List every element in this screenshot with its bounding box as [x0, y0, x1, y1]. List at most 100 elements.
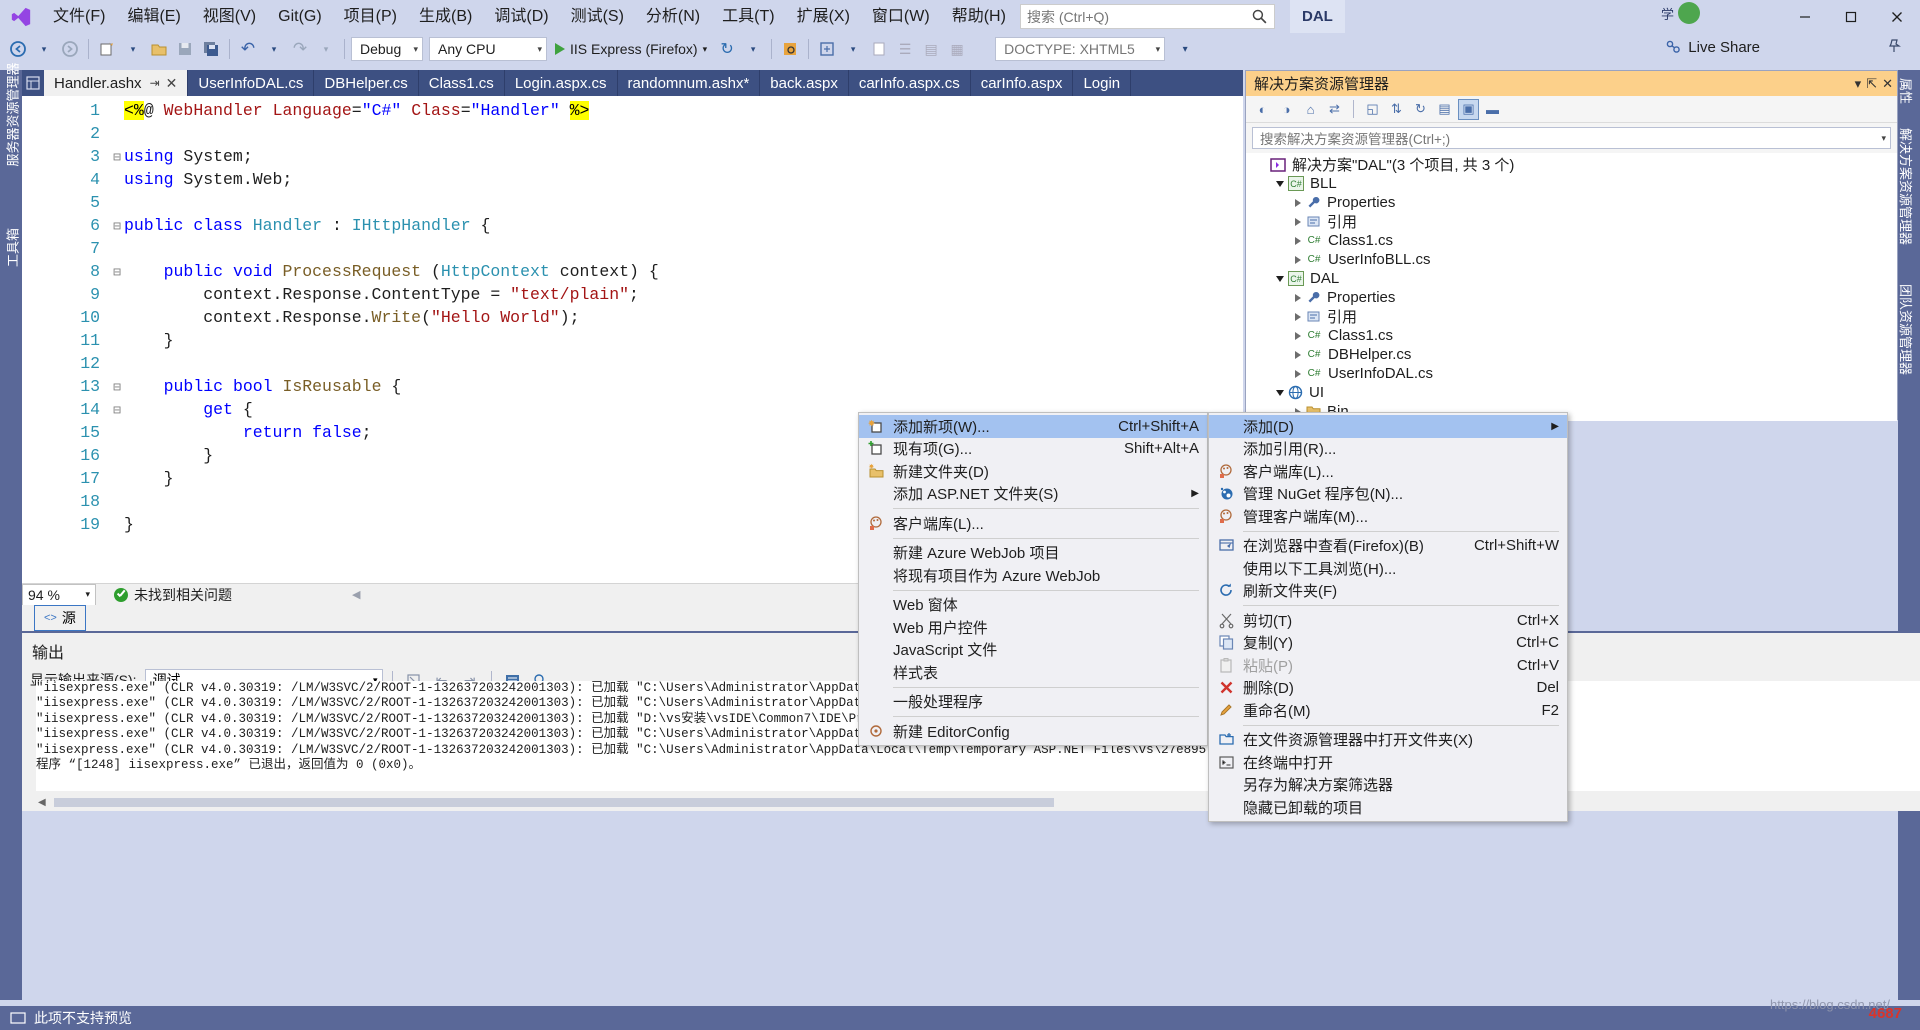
fold-toggle-icon[interactable]: ⊟	[110, 146, 124, 169]
tree-item[interactable]: C# UserInfoDAL.cs	[1250, 364, 1897, 383]
tree-item[interactable]: 解决方案"DAL"(3 个项目, 共 3 个)	[1250, 155, 1897, 174]
menu-item[interactable]: 新建 Azure WebJob 项目	[859, 542, 1207, 565]
chevron-right-icon[interactable]	[1290, 236, 1306, 245]
menu-item[interactable]: 新建 EditorConfig	[859, 720, 1207, 743]
menu-item[interactable]: 现有项(G)... Shift+Alt+A	[859, 438, 1207, 461]
panel-pin-icon[interactable]: ⇱	[1866, 76, 1877, 92]
menu-analyze[interactable]: 分析(N)	[635, 0, 711, 33]
menu-help[interactable]: 帮助(H)	[941, 0, 1017, 33]
tree-item[interactable]: 引用	[1250, 212, 1897, 231]
tree-item[interactable]: C# BLL	[1250, 174, 1897, 193]
chevron-right-icon[interactable]	[1290, 217, 1306, 226]
open-file-icon[interactable]	[147, 36, 171, 62]
pin-toolbar-icon[interactable]	[1886, 38, 1902, 58]
redo-dropdown[interactable]: ▾	[314, 36, 338, 62]
collapse-all-icon[interactable]: ⇅	[1386, 99, 1407, 120]
dock-tab-toolbox[interactable]: 工具箱	[3, 222, 22, 274]
menu-item[interactable]: Web 窗体	[859, 594, 1207, 617]
tree-item[interactable]: Properties	[1250, 288, 1897, 307]
hot-reload-icon[interactable]: ↻	[715, 36, 739, 62]
output-horizontal-scrollbar[interactable]: ◀ ▶	[36, 796, 1234, 809]
doctype-selector[interactable]: DOCTYPE: XHTML5 ▾	[995, 37, 1166, 61]
tab-class1-cs[interactable]: Class1.cs	[419, 70, 505, 96]
live-share-button[interactable]: Live Share	[1664, 38, 1760, 56]
zoom-selector[interactable]: 94 % ▾	[22, 583, 96, 606]
menu-item[interactable]: 客户端库(L)...	[1209, 460, 1567, 483]
panel-menu-icon[interactable]: ▾	[1855, 76, 1862, 92]
menu-debug[interactable]: 调试(D)	[483, 0, 559, 33]
dock-tab-team-explorer[interactable]: 团队资源管理器	[1897, 284, 1916, 375]
tree-item[interactable]: Properties	[1250, 193, 1897, 212]
tab-dbhelper-cs[interactable]: DBHelper.cs	[314, 70, 419, 96]
tree-item[interactable]: 引用	[1250, 307, 1897, 326]
menu-item[interactable]: 客户端库(L)...	[859, 512, 1207, 535]
pin-icon[interactable]: ⇥	[150, 76, 160, 90]
menu-item[interactable]: Web 用户控件	[859, 616, 1207, 639]
grid-icon[interactable]: ▦	[945, 36, 969, 62]
refresh-icon[interactable]: ↻	[1410, 99, 1431, 120]
chevron-right-icon[interactable]	[1290, 293, 1306, 302]
menu-item[interactable]: 将现有项目作为 Azure WebJob	[859, 564, 1207, 587]
panel-close-icon[interactable]: ✕	[1882, 76, 1893, 92]
close-button[interactable]	[1874, 0, 1920, 33]
menu-item[interactable]: 在浏览器中查看(Firefox)(B) Ctrl+Shift+W	[1209, 535, 1567, 558]
menu-test[interactable]: 测试(S)	[560, 0, 635, 33]
menu-item[interactable]: 在终端中打开	[1209, 751, 1567, 774]
menu-file[interactable]: 文件(F)	[42, 0, 116, 33]
account-area[interactable]: 学	[1661, 2, 1700, 24]
new-file-icon[interactable]	[867, 36, 891, 62]
menu-project[interactable]: 项目(P)	[333, 0, 408, 33]
fold-toggle-icon[interactable]: ⊟	[110, 261, 124, 284]
source-view-button[interactable]: <> 源	[34, 605, 86, 631]
dock-tab-properties[interactable]: 属性	[1897, 78, 1916, 104]
menu-item[interactable]: 一般处理程序	[859, 691, 1207, 714]
chevron-right-icon[interactable]	[1290, 312, 1306, 321]
new-project-dropdown[interactable]: ▾	[121, 36, 145, 62]
tab-handler-ashx[interactable]: Handler.ashx ⇥ ✕	[44, 70, 189, 96]
find-in-files-icon[interactable]	[778, 36, 802, 62]
menu-item[interactable]: 管理客户端库(M)...	[1209, 505, 1567, 528]
config-selector[interactable]: Debug ▾	[351, 37, 423, 61]
tree-item[interactable]: C# DBHelper.cs	[1250, 345, 1897, 364]
dock-tab-server-explorer[interactable]: 服务器资源管理器	[3, 62, 22, 166]
menu-item[interactable]: 添加新项(W)... Ctrl+Shift+A	[859, 415, 1207, 438]
chevron-right-icon[interactable]	[1290, 198, 1306, 207]
menu-item[interactable]: 在文件资源管理器中打开文件夹(X)	[1209, 729, 1567, 752]
menu-item[interactable]: 使用以下工具浏览(H)...	[1209, 557, 1567, 580]
menu-item[interactable]: 添加 ASP.NET 文件夹(S) ▶	[859, 483, 1207, 506]
menu-build[interactable]: 生成(B)	[408, 0, 483, 33]
tree-item[interactable]: C# Class1.cs	[1250, 326, 1897, 345]
menu-item[interactable]: JavaScript 文件	[859, 639, 1207, 662]
properties-icon[interactable]: ▤	[1434, 99, 1455, 120]
navigate-back-icon[interactable]	[6, 36, 30, 62]
tab-userinfodal-cs[interactable]: UserInfoDAL.cs	[188, 70, 315, 96]
tree-item[interactable]: UI	[1250, 383, 1897, 402]
scroll-left-icon[interactable]: ◀	[38, 797, 46, 808]
start-debug-button[interactable]: IIS Express (Firefox) ▾	[549, 36, 713, 62]
close-icon[interactable]: ✕	[166, 75, 178, 92]
navigate-forward-icon[interactable]	[58, 36, 82, 62]
tab-carinfo-aspx-cs[interactable]: carInfo.aspx.cs	[849, 70, 971, 96]
preview-icon[interactable]	[815, 36, 839, 62]
preview-dropdown[interactable]: ▾	[841, 36, 865, 62]
tree-item[interactable]: C# UserInfoBLL.cs	[1250, 250, 1897, 269]
menu-item[interactable]: 复制(Y) Ctrl+C	[1209, 632, 1567, 655]
tab-login[interactable]: Login	[1073, 70, 1132, 96]
dock-tab-solution-explorer[interactable]: 解决方案资源管理器	[1897, 128, 1916, 245]
fold-toggle-icon[interactable]: ⊟	[110, 215, 124, 238]
list-icon[interactable]: ☰	[893, 36, 917, 62]
menu-edit[interactable]: 编辑(E)	[116, 0, 191, 33]
menu-item[interactable]: 隐藏已卸载的项目	[1209, 796, 1567, 819]
solution-properties-icon[interactable]: ▬	[1482, 99, 1503, 120]
menu-view[interactable]: 视图(V)	[192, 0, 267, 33]
chevron-down-icon[interactable]	[1272, 389, 1288, 396]
menu-item[interactable]: 刷新文件夹(F)	[1209, 580, 1567, 603]
forward-icon[interactable]: ◑	[1276, 99, 1297, 120]
chevron-right-icon[interactable]	[1290, 369, 1306, 378]
menu-item[interactable]: 粘贴(P) Ctrl+V	[1209, 654, 1567, 677]
tree-item[interactable]: C# Class1.cs	[1250, 231, 1897, 250]
chevron-down-icon[interactable]	[1272, 180, 1288, 187]
chevron-right-icon[interactable]	[1290, 350, 1306, 359]
solution-explorer-search-input[interactable]: 搜索解决方案资源管理器(Ctrl+;) ▾	[1252, 127, 1891, 149]
sync-with-active-document-icon[interactable]: ⇄	[1324, 99, 1345, 120]
